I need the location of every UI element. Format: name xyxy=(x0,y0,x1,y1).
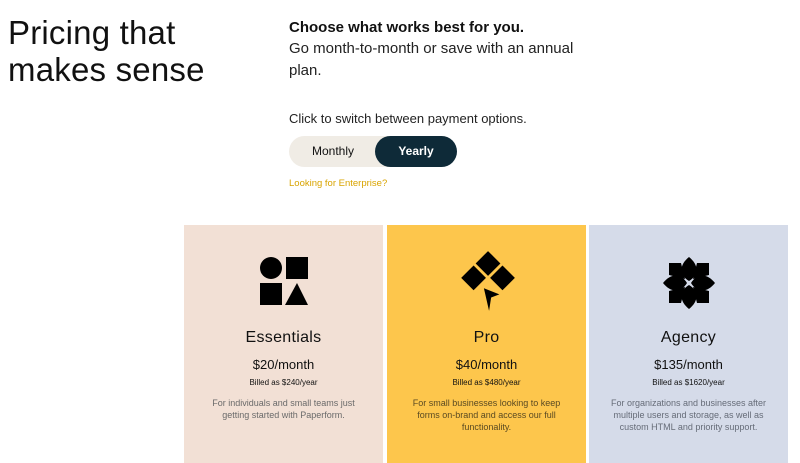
intro-body: Go month-to-month or save with an annual… xyxy=(289,40,574,79)
plan-card-essentials[interactable]: Essentials $20/month Billed as $240/year… xyxy=(184,225,383,463)
flower-icon xyxy=(663,257,715,309)
page-title: Pricing that makes sense xyxy=(8,14,228,88)
plan-price: $40/month xyxy=(455,357,518,372)
intro-section: Choose what works best for you. Go month… xyxy=(289,18,589,82)
plan-name: Agency xyxy=(660,329,717,346)
intro-headline: Choose what works best for you. xyxy=(289,19,525,36)
yearly-option[interactable]: Yearly xyxy=(375,136,457,167)
plan-billing: Billed as $480/year xyxy=(452,378,521,387)
page-title-line2: makes sense xyxy=(8,51,205,88)
plan-card-pro[interactable]: Pro $40/month Billed as $480/year For sm… xyxy=(387,225,586,463)
shapes-icon xyxy=(260,257,308,305)
billing-toggle: Monthly Yearly xyxy=(289,136,457,167)
plan-price: $135/month xyxy=(654,357,723,372)
plan-description: For organizations and businesses after m… xyxy=(610,398,767,432)
plan-name: Pro xyxy=(473,329,500,346)
monthly-option[interactable]: Monthly xyxy=(292,136,374,167)
billing-switch-hint: Click to switch between payment options. xyxy=(289,111,527,126)
enterprise-link[interactable]: Looking for Enterprise? xyxy=(289,178,387,189)
plan-price: $20/month xyxy=(252,357,315,372)
plan-billing: Billed as $1620/year xyxy=(652,378,725,387)
page-title-line1: Pricing that xyxy=(8,14,176,51)
plan-billing: Billed as $240/year xyxy=(249,378,318,387)
plan-card-agency[interactable]: Agency $135/month Billed as $1620/year F… xyxy=(589,225,788,463)
diamond-cursor-icon xyxy=(461,251,515,311)
plan-description: For individuals and small teams just get… xyxy=(212,398,355,420)
plan-name: Essentials xyxy=(245,329,322,346)
plan-description: For small businesses looking to keep for… xyxy=(412,398,561,432)
